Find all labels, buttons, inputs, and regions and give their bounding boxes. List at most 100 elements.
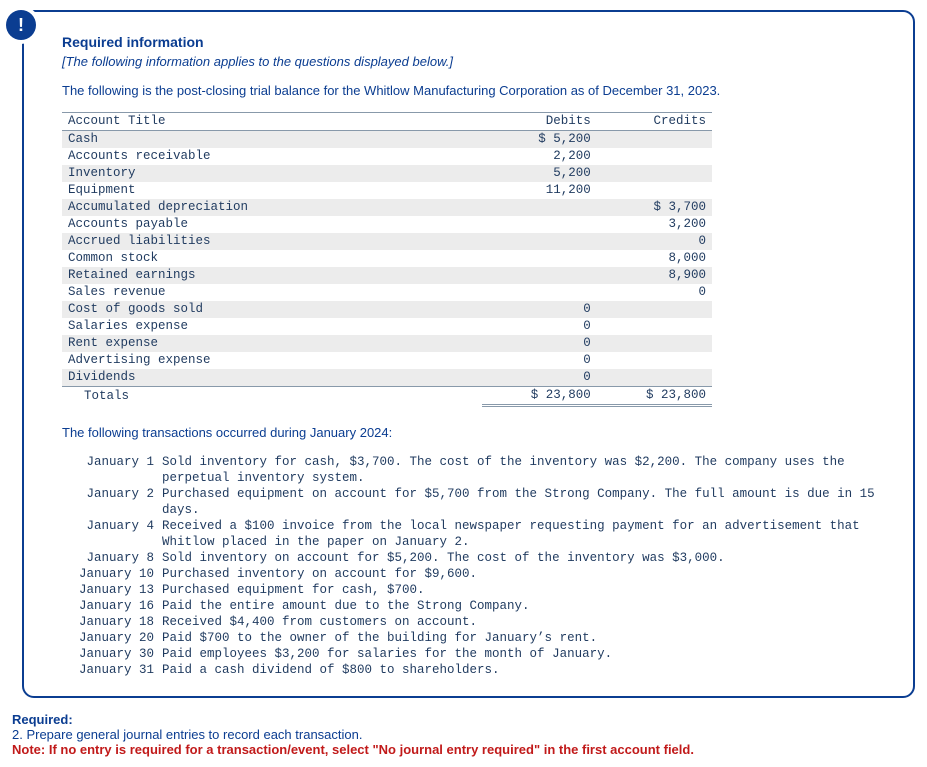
transaction-date: January 2 (62, 486, 158, 518)
account-title-cell: Equipment (62, 182, 482, 199)
credit-cell: 8,000 (597, 250, 712, 267)
transactions-list: January 1Sold inventory for cash, $3,700… (62, 454, 885, 678)
debit-cell: 2,200 (482, 148, 597, 165)
credit-cell: 8,900 (597, 267, 712, 284)
th-account: Account Title (62, 113, 482, 131)
transaction-text: Sold inventory on account for $5,200. Th… (158, 550, 885, 566)
transaction-row: January 13Purchased equipment for cash, … (62, 582, 885, 598)
credit-cell (597, 335, 712, 352)
debit-cell: 0 (482, 335, 597, 352)
transaction-row: January 2Purchased equipment on account … (62, 486, 885, 518)
transaction-row: January 1Sold inventory for cash, $3,700… (62, 454, 885, 486)
th-debits: Debits (482, 113, 597, 131)
trial-balance-row: Cost of goods sold0 (62, 301, 712, 318)
trial-balance-row: Equipment11,200 (62, 182, 712, 199)
transaction-row: January 18Received $4,400 from customers… (62, 614, 885, 630)
credit-cell: $ 3,700 (597, 199, 712, 216)
account-title-cell: Inventory (62, 165, 482, 182)
transaction-row: January 30Paid employees $3,200 for sala… (62, 646, 885, 662)
trial-balance-table: Account Title Debits Credits Cash$ 5,200… (62, 112, 712, 407)
info-panel: ! Required information [The following in… (22, 10, 915, 698)
debit-cell (482, 216, 597, 233)
credit-cell: 0 (597, 284, 712, 301)
trial-balance-row: Retained earnings8,900 (62, 267, 712, 284)
account-title-cell: Sales revenue (62, 284, 482, 301)
required-info-heading: Required information (62, 34, 885, 50)
trial-balance-row: Inventory5,200 (62, 165, 712, 182)
applies-note: [The following information applies to th… (62, 54, 885, 69)
transaction-row: January 8Sold inventory on account for $… (62, 550, 885, 566)
account-title-cell: Salaries expense (62, 318, 482, 335)
debit-cell (482, 233, 597, 250)
credit-cell: 0 (597, 233, 712, 250)
transaction-row: January 16Paid the entire amount due to … (62, 598, 885, 614)
trial-balance-row: Cash$ 5,200 (62, 131, 712, 149)
transaction-date: January 8 (62, 550, 158, 566)
debit-cell (482, 199, 597, 216)
account-title-cell: Dividends (62, 369, 482, 387)
totals-label: Totals (62, 387, 482, 406)
trial-balance-row: Rent expense0 (62, 335, 712, 352)
credit-cell (597, 182, 712, 199)
credit-cell (597, 301, 712, 318)
required-label: Required: (12, 712, 915, 727)
requirements-block: Required: 2. Prepare general journal ent… (12, 712, 915, 757)
transaction-date: January 31 (62, 662, 158, 678)
trial-balance-row: Advertising expense0 (62, 352, 712, 369)
transaction-row: January 31Paid a cash dividend of $800 t… (62, 662, 885, 678)
transaction-date: January 4 (62, 518, 158, 550)
account-title-cell: Common stock (62, 250, 482, 267)
account-title-cell: Rent expense (62, 335, 482, 352)
account-title-cell: Accrued liabilities (62, 233, 482, 250)
transaction-text: Purchased equipment for cash, $700. (158, 582, 885, 598)
trial-balance-row: Salaries expense0 (62, 318, 712, 335)
totals-credit: $ 23,800 (597, 387, 712, 406)
intro-text: The following is the post-closing trial … (62, 83, 885, 98)
trial-balance-row: Dividends0 (62, 369, 712, 387)
transaction-text: Received a $100 invoice from the local n… (158, 518, 885, 550)
transaction-text: Received $4,400 from customers on accoun… (158, 614, 885, 630)
totals-debit: $ 23,800 (482, 387, 597, 406)
account-title-cell: Accumulated depreciation (62, 199, 482, 216)
credit-cell: 3,200 (597, 216, 712, 233)
debit-cell: 0 (482, 369, 597, 387)
transaction-date: January 10 (62, 566, 158, 582)
alert-badge-icon: ! (6, 10, 36, 40)
account-title-cell: Cash (62, 131, 482, 149)
transaction-row: January 20Paid $700 to the owner of the … (62, 630, 885, 646)
transaction-text: Paid $700 to the owner of the building f… (158, 630, 885, 646)
transaction-text: Paid the entire amount due to the Strong… (158, 598, 885, 614)
transaction-date: January 30 (62, 646, 158, 662)
debit-cell: 0 (482, 318, 597, 335)
transaction-date: January 16 (62, 598, 158, 614)
transaction-date: January 20 (62, 630, 158, 646)
required-line: 2. Prepare general journal entries to re… (12, 727, 915, 742)
transaction-text: Paid a cash dividend of $800 to sharehol… (158, 662, 885, 678)
credit-cell (597, 352, 712, 369)
debit-cell: 0 (482, 301, 597, 318)
transaction-date: January 1 (62, 454, 158, 486)
transaction-text: Paid employees $3,200 for salaries for t… (158, 646, 885, 662)
debit-cell: 5,200 (482, 165, 597, 182)
credit-cell (597, 131, 712, 149)
transaction-date: January 13 (62, 582, 158, 598)
trial-balance-row: Accumulated depreciation $ 3,700 (62, 199, 712, 216)
trial-balance-row: Accounts receivable2,200 (62, 148, 712, 165)
credit-cell (597, 165, 712, 182)
transaction-text: Purchased equipment on account for $5,70… (158, 486, 885, 518)
account-title-cell: Accounts receivable (62, 148, 482, 165)
transaction-row: January 10Purchased inventory on account… (62, 566, 885, 582)
account-title-cell: Accounts payable (62, 216, 482, 233)
required-note: Note: If no entry is required for a tran… (12, 742, 915, 757)
trial-balance-row: Accounts payable 3,200 (62, 216, 712, 233)
transaction-text: Sold inventory for cash, $3,700. The cos… (158, 454, 885, 486)
credit-cell (597, 148, 712, 165)
transactions-intro: The following transactions occurred duri… (62, 425, 885, 440)
transaction-text: Purchased inventory on account for $9,60… (158, 566, 885, 582)
debit-cell: 0 (482, 352, 597, 369)
trial-balance-row: Accrued liabilities 0 (62, 233, 712, 250)
transaction-date: January 18 (62, 614, 158, 630)
debit-cell (482, 267, 597, 284)
debit-cell (482, 250, 597, 267)
debit-cell (482, 284, 597, 301)
